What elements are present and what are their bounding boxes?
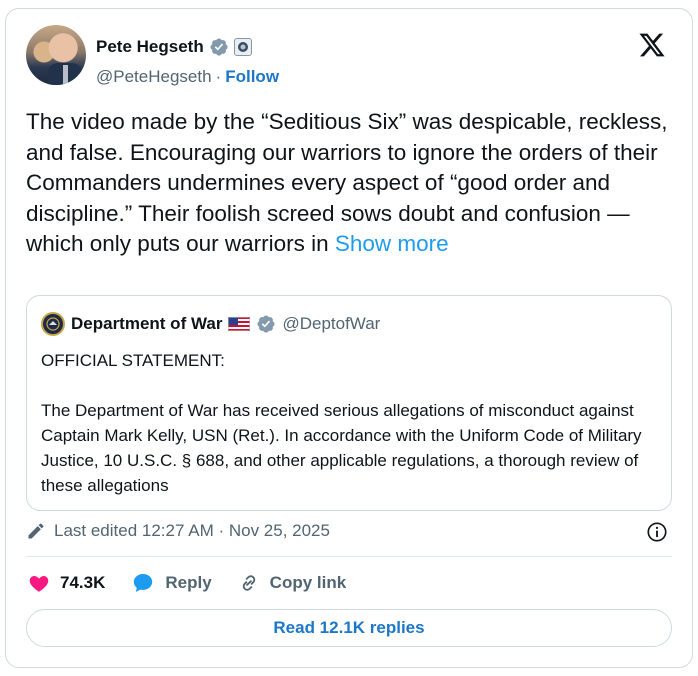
author-avatar[interactable] [26, 25, 86, 85]
us-flag-icon [228, 317, 251, 331]
author-handle[interactable]: @PeteHegseth [96, 67, 212, 87]
show-more-link[interactable]: Show more [335, 231, 449, 256]
verified-badge-icon [210, 38, 228, 56]
link-icon [242, 575, 255, 591]
reply-bubble-icon [134, 574, 153, 592]
heart-icon [29, 576, 49, 592]
quoted-verified-badge-icon [257, 315, 275, 333]
read-replies-button[interactable]: Read 12.1K replies [26, 609, 672, 647]
quoted-author-name: Department of War [71, 314, 223, 333]
author-name-row: Pete Hegseth [96, 37, 252, 57]
like-button[interactable]: 74.3K [28, 572, 105, 594]
pencil-icon [28, 523, 44, 539]
quoted-author-handle: @DeptofWar [282, 314, 381, 333]
reply-label: Reply [165, 573, 212, 592]
author-name[interactable]: Pete Hegseth [96, 37, 204, 57]
info-icon[interactable] [646, 521, 668, 543]
reply-button[interactable]: Reply [131, 571, 212, 595]
tweet-embed-card: Pete Hegseth @PeteHegseth · Follow The v… [5, 8, 693, 668]
like-count: 74.3K [60, 573, 106, 592]
tweet-text: The video made by the “Seditious Six” wa… [26, 107, 676, 260]
quoted-body: The Department of War has received serio… [41, 401, 642, 495]
quoted-tweet[interactable]: Department of War @DeptofWar OFFICIAL ST… [26, 295, 672, 511]
copy-link-button[interactable]: Copy link [238, 572, 347, 594]
action-bar: 74.3K Reply Copy link [28, 571, 346, 595]
organization-badge-icon [233, 38, 252, 56]
divider [26, 556, 672, 557]
quoted-heading: OFFICIAL STATEMENT: [41, 351, 225, 370]
last-edited-timestamp[interactable]: Last edited 12:27 AM · Nov 25, 2025 [54, 521, 330, 541]
handle-separator: · [215, 67, 222, 86]
edit-meta: Last edited 12:27 AM · Nov 25, 2025 [26, 521, 330, 541]
avatar-tie [63, 65, 68, 85]
quoted-tweet-text: OFFICIAL STATEMENT: The Department of Wa… [41, 348, 661, 498]
x-logo-icon[interactable] [638, 31, 666, 59]
quoted-tweet-header: Department of War @DeptofWar [41, 312, 380, 336]
dept-seal-icon [41, 312, 65, 336]
author-handle-row: @PeteHegseth · Follow [96, 67, 279, 87]
copy-link-label: Copy link [269, 573, 347, 592]
follow-link[interactable]: Follow [225, 67, 279, 87]
